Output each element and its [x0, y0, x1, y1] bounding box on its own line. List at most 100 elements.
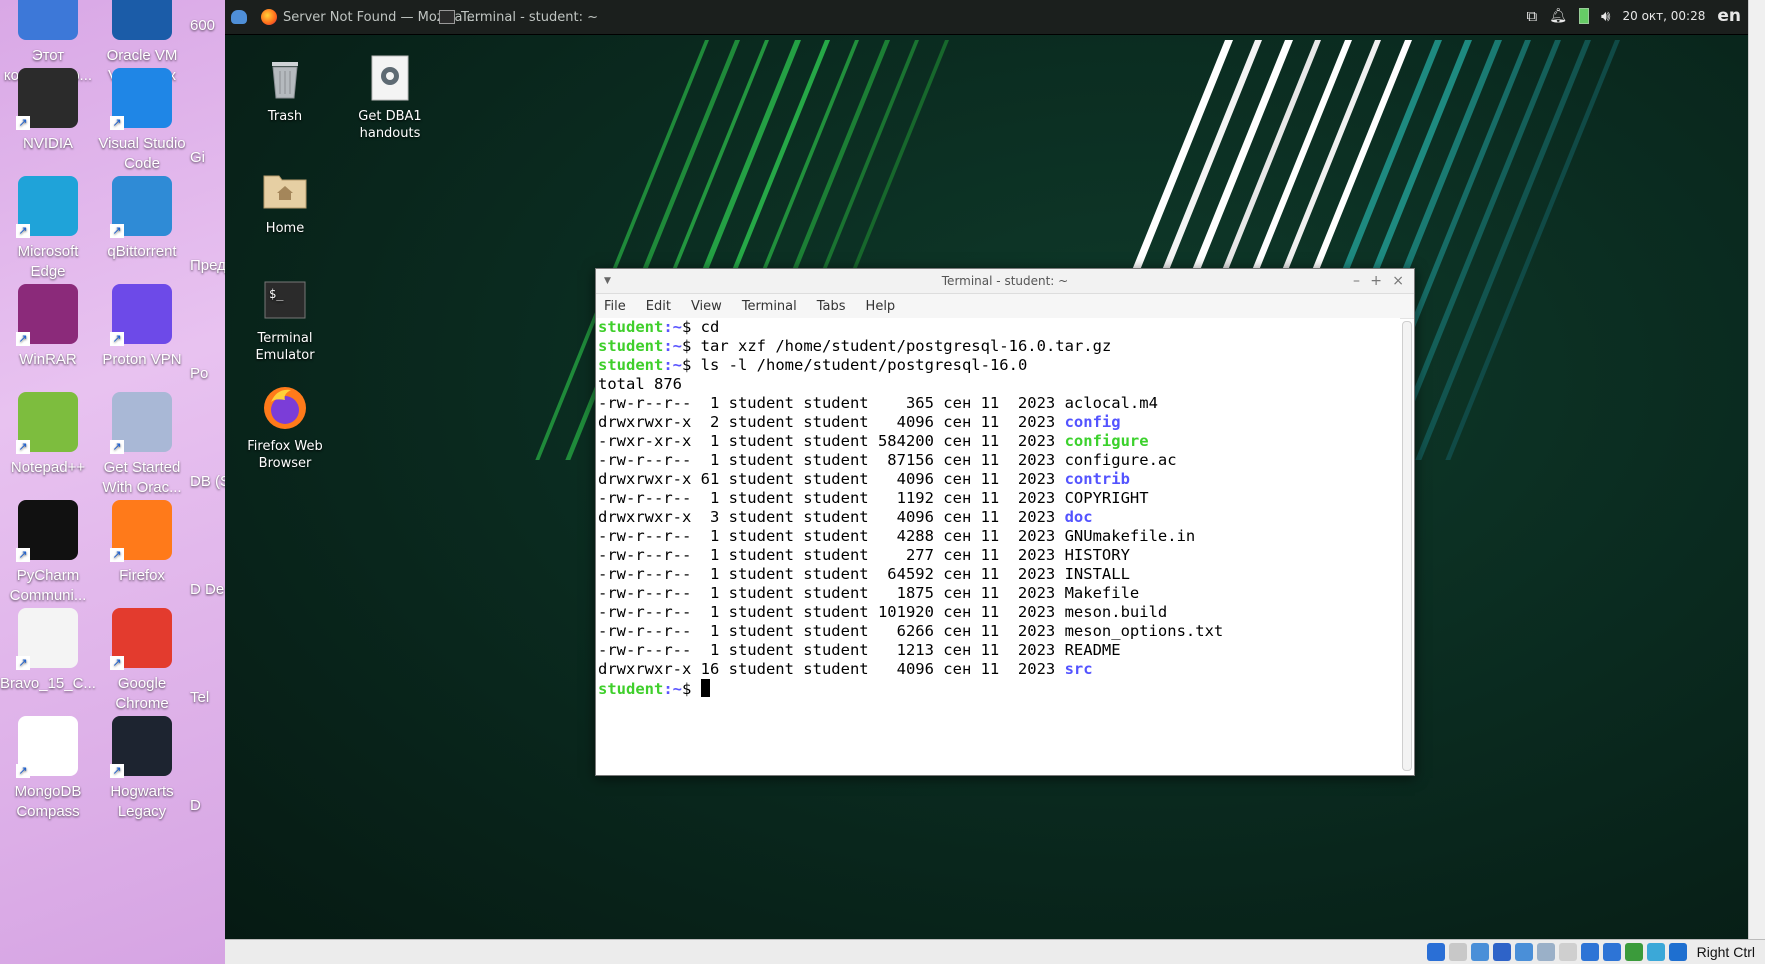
host-desktop-shortcut[interactable]: ↗ Microsoft Edge — [0, 176, 96, 282]
shortcut-arrow-icon: ↗ — [16, 224, 30, 238]
ls-entry-name: Makefile — [1064, 584, 1140, 602]
shortcut-arrow-icon: ↗ — [110, 332, 124, 346]
vm-status-indicator-icon[interactable] — [1624, 943, 1643, 961]
ls-entry-meta: -rwxr-xr-x 1 student student 584200 сен … — [598, 432, 1065, 450]
command-text: ls -l /home/student/postgresql-16.0 — [691, 356, 1028, 374]
volume-icon[interactable]: 🔊︎ — [1601, 7, 1610, 25]
menu-tabs[interactable]: Tabs — [817, 299, 846, 314]
terminal-line: -rwxr-xr-x 1 student student 584200 сен … — [598, 432, 1398, 451]
host-desktop-shortcut[interactable]: ↗ Firefox — [94, 500, 190, 586]
menu-edit[interactable]: Edit — [646, 299, 671, 314]
terminal-scrollbar[interactable] — [1402, 321, 1412, 771]
shortcut-arrow-icon: ↗ — [16, 332, 30, 346]
desktop-icon-terminal-emulator[interactable]: $_ Terminal Emulator — [235, 276, 335, 364]
host-desktop-shortcut[interactable]: ↗ NVIDIA — [0, 68, 96, 154]
vm-status-indicator-icon[interactable] — [1580, 943, 1599, 961]
desktop-icon-trash[interactable]: Trash — [235, 54, 335, 125]
whisker-menu-button[interactable] — [231, 6, 247, 28]
vm-statusbar: Right Ctrl — [225, 939, 1765, 964]
ls-entry-name: src — [1064, 660, 1093, 678]
home-folder-icon — [261, 166, 309, 214]
guest-desktop[interactable]: Server Not Found — Mozilla ... Terminal … — [225, 0, 1749, 940]
desktop-icon-home[interactable]: Home — [235, 166, 335, 237]
terminal-window[interactable]: ▼ Terminal - student: ~ – + × File Edit … — [595, 268, 1415, 776]
ls-entry-meta: -rw-r--r-- 1 student student 1875 сен 11… — [598, 584, 1065, 602]
host-shortcut-label: Microsoft Edge — [17, 243, 79, 280]
vm-status-indicator-icon[interactable] — [1470, 943, 1489, 961]
vm-display[interactable]: Server Not Found — Mozilla ... Terminal … — [225, 0, 1765, 964]
host-shortcut-label: Hogwarts Legacy — [110, 783, 174, 820]
terminal-line: -rw-r--r-- 1 student student 365 сен 11 … — [598, 394, 1398, 413]
prompt-dollar: $ — [682, 337, 692, 355]
desktop-icon-firefox[interactable]: Firefox Web Browser — [235, 384, 335, 472]
menu-terminal[interactable]: Terminal — [742, 299, 797, 314]
host-desktop-shortcut[interactable]: ↗ Google Chrome — [94, 608, 190, 714]
ls-entry-meta: drwxrwxr-x 16 student student 4096 сен 1… — [598, 660, 1065, 678]
host-desktop-shortcut[interactable]: ↗ Proton VPN — [94, 284, 190, 370]
menu-view[interactable]: View — [691, 299, 722, 314]
terminal-output[interactable]: student:~$ cd student:~$ tar xzf /home/st… — [596, 318, 1400, 775]
desktop-icon-get-dba1-handouts[interactable]: Get DBA1 handouts — [340, 54, 440, 142]
host-desktop-shortcut[interactable]: ↗ qBittorrent — [94, 176, 190, 262]
window-menu-icon[interactable]: ▼ — [604, 269, 611, 293]
host-desktop-shortcut[interactable]: ↗ Hogwarts Legacy — [94, 716, 190, 822]
ls-entry-meta: drwxrwxr-x 61 student student 4096 сен 1… — [598, 470, 1065, 488]
menu-help[interactable]: Help — [866, 299, 896, 314]
host-shortcut-label: Visual Studio Code — [98, 135, 186, 172]
vm-status-indicator-icon[interactable] — [1668, 943, 1687, 961]
close-icon[interactable]: × — [1392, 269, 1404, 293]
vm-status-indicator-icon[interactable] — [1602, 943, 1621, 961]
host-desktop-shortcut[interactable]: ↗ PyCharm Communi... — [0, 500, 96, 606]
vm-vertical-scrollbar[interactable] — [1748, 0, 1765, 940]
host-desktop-shortcut-partial[interactable]: Tel — [190, 688, 225, 708]
terminal-line: -rw-r--r-- 1 student student 64592 сен 1… — [598, 565, 1398, 584]
taskbar-terminal-window[interactable]: Terminal - student: ~ — [439, 6, 598, 28]
keyboard-layout[interactable]: en — [1717, 6, 1741, 26]
host-desktop-shortcut-partial[interactable]: Gi — [190, 148, 225, 168]
vm-status-indicator-icon[interactable] — [1646, 943, 1665, 961]
host-desktop-shortcut-partial[interactable]: 600 — [190, 16, 225, 36]
host-desktop-shortcut-partial[interactable]: D De — [190, 580, 225, 600]
firefox-small-icon — [261, 9, 277, 25]
vm-status-indicator-icon[interactable] — [1448, 943, 1467, 961]
battery-icon[interactable] — [1579, 8, 1590, 24]
clock[interactable]: 20 окт, 00:28 — [1622, 9, 1705, 23]
vm-status-indicator-icon[interactable] — [1426, 943, 1445, 961]
edge-icon: ↗ — [16, 176, 78, 238]
host-desktop-shortcut[interactable]: ↗ WinRAR — [0, 284, 96, 370]
notification-bell-icon[interactable]: 🔔︎ — [1549, 8, 1567, 24]
terminal-line: -rw-r--r-- 1 student student 101920 сен … — [598, 603, 1398, 622]
command-text — [691, 680, 700, 698]
host-desktop-shortcut-partial[interactable]: Пред — [190, 256, 225, 276]
terminal-line: -rw-r--r-- 1 student student 277 сен 11 … — [598, 546, 1398, 565]
network-icon[interactable]: ⧉ — [1527, 7, 1538, 25]
terminal-titlebar[interactable]: ▼ Terminal - student: ~ – + × — [596, 269, 1414, 294]
ls-entry-name: HISTORY — [1064, 546, 1130, 564]
vm-status-indicator-icon[interactable] — [1492, 943, 1511, 961]
ls-entry-name: meson.build — [1064, 603, 1168, 621]
host-desktop-shortcut-partial[interactable]: DB (S — [190, 472, 225, 492]
host-desktop-shortcut-partial[interactable]: Po — [190, 364, 225, 384]
vm-status-indicator-icon[interactable] — [1536, 943, 1555, 961]
vm-status-indicator-icon[interactable] — [1558, 943, 1577, 961]
host-desktop-shortcut[interactable]: ↗ MongoDB Compass — [0, 716, 96, 822]
terminal-line: -rw-r--r-- 1 student student 1192 сен 11… — [598, 489, 1398, 508]
ls-entry-name: COPYRIGHT — [1064, 489, 1149, 507]
prompt-path: :~ — [663, 318, 682, 336]
prompt-path: :~ — [663, 356, 682, 374]
host-desktop-shortcut[interactable]: ↗ Get Started With Orac... — [94, 392, 190, 498]
terminal-line: student:~$ — [598, 679, 1398, 699]
text-cursor — [700, 679, 710, 697]
shortcut-arrow-icon: ↗ — [16, 440, 30, 454]
minimize-icon[interactable]: – — [1353, 269, 1360, 293]
terminal-line: -rw-r--r-- 1 student student 6266 сен 11… — [598, 622, 1398, 641]
vm-status-indicator-icon[interactable] — [1514, 943, 1533, 961]
maximize-icon[interactable]: + — [1370, 269, 1382, 293]
host-desktop-shortcut[interactable]: ↗ Visual Studio Code — [94, 68, 190, 174]
host-desktop-shortcut-partial[interactable]: D — [190, 796, 225, 816]
menu-file[interactable]: File — [604, 299, 626, 314]
host-desktop-shortcut[interactable]: ↗ Notepad++ — [0, 392, 96, 478]
firefox-web-browser-icon — [261, 384, 309, 432]
host-desktop-shortcut[interactable]: ↗ Bravo_15_C... — [0, 608, 96, 694]
pycharm-icon: ↗ — [16, 500, 78, 562]
